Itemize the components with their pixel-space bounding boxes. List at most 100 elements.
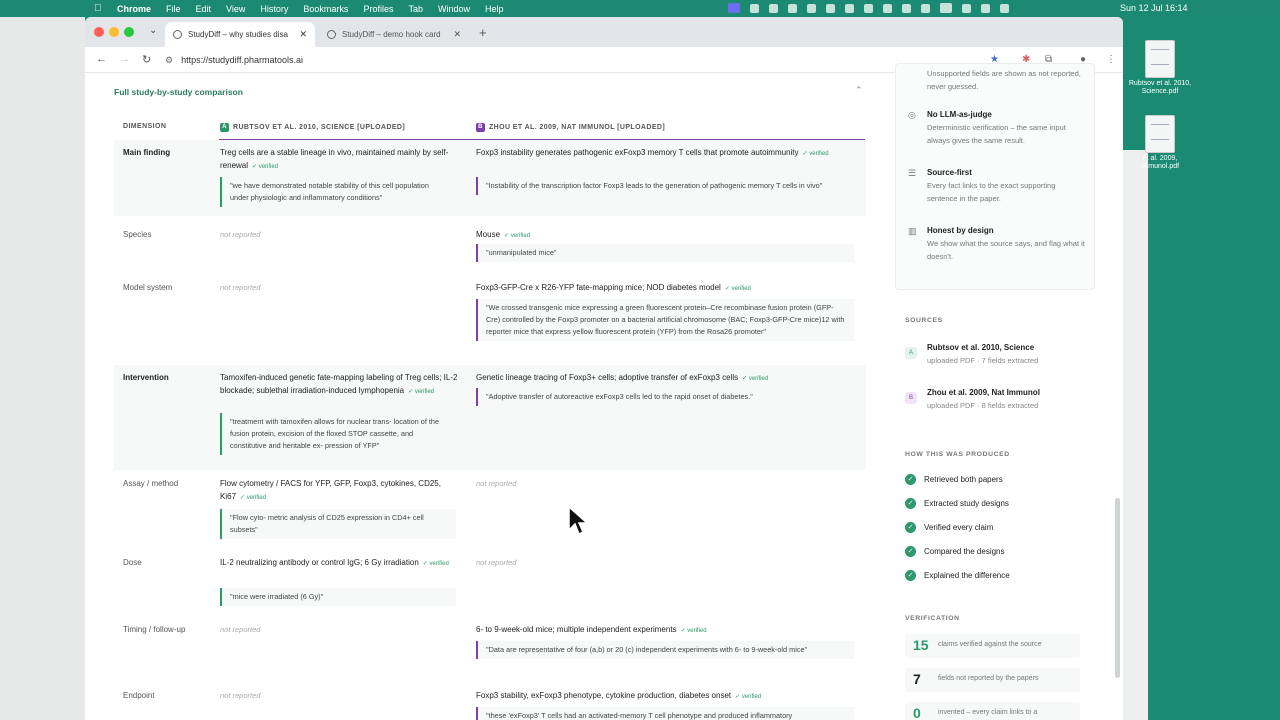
back-arrow-icon[interactable]: ← <box>96 53 107 65</box>
more-menu-icon[interactable]: ⋮ <box>1106 54 1116 65</box>
how-produced-label: HOW THIS WAS PRODUCED <box>905 451 1010 458</box>
close-window-button[interactable] <box>94 27 104 37</box>
page-scrollbar[interactable] <box>1115 498 1120 678</box>
tab-studydiff-why[interactable]: StudyDiff – why studies disa ✕ <box>165 22 315 47</box>
menu-profiles[interactable]: Profiles <box>363 4 393 14</box>
screen-record-icon[interactable] <box>728 3 740 13</box>
tab-label: StudyDiff – why studies disa <box>188 30 288 39</box>
tab-strip: ⌄ StudyDiff – why studies disa ✕ StudyDi… <box>85 17 1123 47</box>
page-content: Full study-by-study comparison ⌃ DIMENSI… <box>85 63 1123 720</box>
verified-badge: ✓ verified <box>802 151 829 157</box>
forward-arrow-icon[interactable]: → <box>119 53 130 65</box>
minimize-window-button[interactable] <box>109 27 119 37</box>
minus-icon[interactable] <box>807 3 816 13</box>
battery-icon[interactable] <box>940 3 952 13</box>
study-a-not-reported: not reported <box>220 283 261 292</box>
display-icon[interactable] <box>883 3 892 13</box>
globe-icon <box>327 30 336 39</box>
principle-desc: Deterministic verification – the same in… <box>927 123 1066 145</box>
study-a-not-reported: not reported <box>220 625 261 634</box>
moon-icon[interactable] <box>826 3 835 13</box>
verification-label: VERIFICATION <box>905 615 960 622</box>
tab-label: StudyDiff – demo hook card <box>342 30 441 39</box>
fullscreen-window-button[interactable] <box>124 27 134 37</box>
keyboard-icon[interactable] <box>902 3 911 13</box>
status-icons <box>728 3 1009 13</box>
study-a-not-reported: not reported <box>220 691 261 700</box>
menu-history[interactable]: History <box>260 4 288 14</box>
bluetooth-icon[interactable] <box>921 3 930 13</box>
study-a-quote: "treatment with tamoxifen allows for nuc… <box>220 413 456 455</box>
desktop-file-label: Rubtsov et al. 2010, Science.pdf <box>1128 80 1192 95</box>
verified-badge: ✓ verified <box>408 388 435 395</box>
step-label: Compared the designs <box>924 547 1005 556</box>
desktop-file-rubtsov[interactable]: Rubtsov et al. 2010, Science.pdf <box>1124 40 1196 96</box>
stat-label: invented – every claim links to a <box>938 709 1038 716</box>
pdf-file-icon <box>1145 115 1175 153</box>
timer-icon[interactable] <box>845 3 854 13</box>
verified-badge: ✓ verified <box>742 376 769 382</box>
tab-studydiff-demo[interactable]: StudyDiff – demo hook card ✕ <box>319 22 469 47</box>
reload-icon[interactable]: ↻ <box>142 53 151 66</box>
menu-edit[interactable]: Edit <box>196 4 212 14</box>
study-b-quote: "Instability of the transcription factor… <box>476 177 854 195</box>
stat-label: claims verified against the source <box>938 641 1042 648</box>
control-center-icon[interactable] <box>1000 3 1009 13</box>
check-icon: ✓ <box>905 474 916 485</box>
column-header-dimension: DIMENSION <box>123 123 167 130</box>
menu-tab[interactable]: Tab <box>408 4 423 14</box>
menu-view[interactable]: View <box>226 4 245 14</box>
search-icon[interactable] <box>981 3 990 13</box>
address-bar[interactable]: ⚙ https://studydiff.pharmatools.ai <box>165 51 995 69</box>
target-icon: ◎ <box>908 110 916 120</box>
value-text: Genetic lineage tracing of Foxp3+ cells;… <box>476 373 739 382</box>
wifi-icon[interactable] <box>962 3 971 13</box>
step-compared: ✓ Compared the designs <box>905 546 1005 557</box>
stat-number: 7 <box>913 671 921 687</box>
close-tab-icon[interactable]: ✕ <box>299 29 307 40</box>
check-icon: ✓ <box>905 522 916 533</box>
study-b-value: Foxp3 instability generates pathogenic e… <box>476 147 851 161</box>
url-text: https://studydiff.pharmatools.ai <box>181 55 303 65</box>
study-b-value: Foxp3-GFP-Cre x R26-YFP fate-mapping mic… <box>476 282 851 296</box>
globe-icon <box>173 30 182 39</box>
site-info-icon[interactable]: ⚙ <box>165 55 173 66</box>
study-b-value: Foxp3 stability, exFoxp3 phenotype, cyto… <box>476 690 851 704</box>
verified-badge: ✓ verified <box>252 163 279 170</box>
step-verified: ✓ Verified every claim <box>905 522 993 533</box>
column-header-study-a: A RUBTSOV ET AL. 2010, SCIENCE [UPLOADED… <box>220 123 405 132</box>
collapse-chevron-icon[interactable]: ⌃ <box>855 85 863 96</box>
menu-file[interactable]: File <box>166 4 181 14</box>
table-row-timing: Timing / follow-up not reported 6- to 9-… <box>114 617 866 677</box>
desktop-file-zhou[interactable]: et al. 2009, immunol.pdf <box>1124 115 1196 171</box>
study-b-value: Genetic lineage tracing of Foxp3+ cells;… <box>476 372 851 386</box>
row-dimension: Endpoint <box>123 691 155 700</box>
apple-menu-icon[interactable]:  <box>94 3 103 14</box>
study-a-title: RUBTSOV ET AL. 2010, SCIENCE [UPLOADED] <box>233 124 406 131</box>
step-label: Retrieved both papers <box>924 475 1003 484</box>
grid-icon[interactable] <box>788 3 797 13</box>
stat-number: 15 <box>913 637 929 653</box>
menubar-clock[interactable]: Sun 12 Jul 16:14 <box>1120 3 1188 13</box>
menu-app-chrome[interactable]: Chrome <box>117 4 151 14</box>
check-icon: ✓ <box>905 498 916 509</box>
menu-help[interactable]: Help <box>485 4 504 14</box>
menu-bookmarks[interactable]: Bookmarks <box>303 4 348 14</box>
new-tab-button[interactable]: + <box>479 25 487 40</box>
comparison-section-title[interactable]: Full study-by-study comparison <box>114 87 243 97</box>
play-icon[interactable] <box>864 3 873 13</box>
clipboard-icon[interactable] <box>769 3 778 13</box>
source-title: Zhou et al. 2009, Nat Immunol <box>927 388 1040 397</box>
close-tab-icon[interactable]: ✕ <box>453 29 461 40</box>
value-text: Foxp3 stability, exFoxp3 phenotype, cyto… <box>476 691 732 700</box>
stat-number: 0 <box>913 705 921 720</box>
app-status-icon[interactable] <box>750 3 759 13</box>
tab-search-chevron-icon[interactable]: ⌄ <box>149 25 157 36</box>
menu-window[interactable]: Window <box>438 4 470 14</box>
step-extracted: ✓ Extracted study designs <box>905 498 1009 509</box>
row-dimension: Intervention <box>123 373 169 382</box>
list-icon: ☰ <box>908 168 917 178</box>
verified-badge: ✓ verified <box>735 694 762 700</box>
column-header-study-b: B ZHOU ET AL. 2009, NAT IMMUNOL [UPLOADE… <box>476 123 665 132</box>
study-b-quote: "Adoptive transfer of autoreactive exFox… <box>476 388 854 406</box>
